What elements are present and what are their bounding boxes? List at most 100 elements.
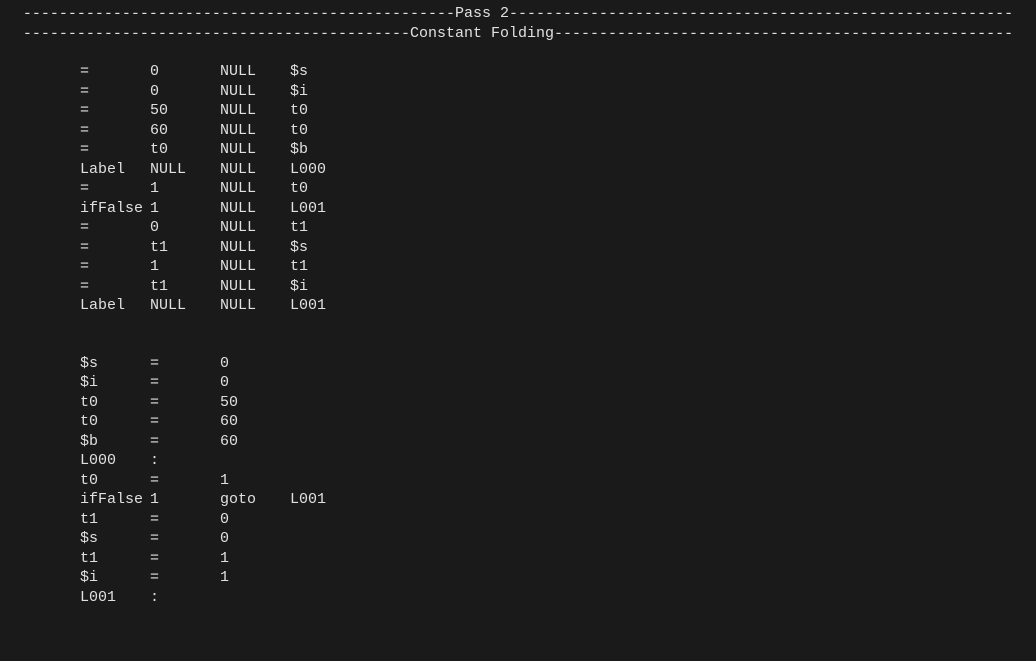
table-row: L001: [80, 588, 1028, 608]
cell-c3: 60 [220, 432, 290, 452]
cell-c3: 1 [220, 549, 290, 569]
cell-c2: 1 [150, 179, 220, 199]
cell-c1: $i [80, 568, 150, 588]
table-row: t1=0 [80, 510, 1028, 530]
cell-c4: t1 [290, 257, 360, 277]
cell-c3: 50 [220, 393, 290, 413]
cell-c2: = [150, 549, 220, 569]
cell-c3: NULL [220, 238, 290, 258]
cell-c1: t1 [80, 549, 150, 569]
cell-c2: 50 [150, 101, 220, 121]
cell-c3: NULL [220, 277, 290, 297]
cell-c3: 1 [220, 471, 290, 491]
cell-c2: = [150, 412, 220, 432]
cell-c1: $s [80, 529, 150, 549]
cell-c4: $s [290, 62, 360, 82]
cell-c3: 1 [220, 568, 290, 588]
cell-c3: NULL [220, 257, 290, 277]
cell-c2: 1 [150, 199, 220, 219]
cell-c3: NULL [220, 82, 290, 102]
cell-c3: 0 [220, 510, 290, 530]
table-row: LabelNULLNULLL001 [80, 296, 1028, 316]
dash-right: ----------------------------------------… [554, 26, 1013, 43]
cell-c1: = [80, 277, 150, 297]
intermediate-code-table: =0NULL$s=0NULL$i=50NULLt0=60NULLt0=t0NUL… [8, 62, 1028, 316]
table-row: =50NULLt0 [80, 101, 1028, 121]
cell-c1: = [80, 121, 150, 141]
cell-c1: = [80, 238, 150, 258]
cell-c2: = [150, 432, 220, 452]
cell-c1: = [80, 140, 150, 160]
table-row: t0=1 [80, 471, 1028, 491]
table-row: ifFalse1NULLL001 [80, 199, 1028, 219]
cell-c1: Label [80, 296, 150, 316]
table-row: =1NULLt1 [80, 257, 1028, 277]
cell-c2: 1 [150, 490, 220, 510]
cell-c3: NULL [220, 140, 290, 160]
cell-c2: NULL [150, 160, 220, 180]
table-row: t0=60 [80, 412, 1028, 432]
table-row: =0NULL$i [80, 82, 1028, 102]
cell-c3: NULL [220, 121, 290, 141]
cell-c2: = [150, 529, 220, 549]
cell-c3: 0 [220, 529, 290, 549]
cell-c2: t1 [150, 238, 220, 258]
cell-c3: 60 [220, 412, 290, 432]
cell-c3: NULL [220, 218, 290, 238]
cell-c2: 0 [150, 218, 220, 238]
header-constant-folding: ----------------------------------------… [8, 24, 1028, 44]
transformed-code-table: $s=0$i=0t0=50t0=60$b=60L000:t0=1ifFalse1… [8, 354, 1028, 608]
cell-c1: t1 [80, 510, 150, 530]
table-row: $s=0 [80, 529, 1028, 549]
cell-c1: t0 [80, 471, 150, 491]
cell-c1: = [80, 218, 150, 238]
cell-c1: L000 [80, 451, 150, 471]
cell-c2: t0 [150, 140, 220, 160]
dash-right: ----------------------------------------… [509, 6, 1013, 23]
table-row: L000: [80, 451, 1028, 471]
cell-c4: $b [290, 140, 360, 160]
cell-c4: t0 [290, 101, 360, 121]
cell-c1: t0 [80, 393, 150, 413]
cell-c1: Label [80, 160, 150, 180]
cell-c4: $i [290, 82, 360, 102]
cell-c2: = [150, 354, 220, 374]
cell-c2: = [150, 373, 220, 393]
table-row: t0=50 [80, 393, 1028, 413]
table-row: $i=0 [80, 373, 1028, 393]
cell-c1: t0 [80, 412, 150, 432]
cell-c4: L001 [290, 296, 360, 316]
table-row: =t1NULL$s [80, 238, 1028, 258]
table-row: =t1NULL$i [80, 277, 1028, 297]
table-row: t1=1 [80, 549, 1028, 569]
cell-c2: t1 [150, 277, 220, 297]
cell-c2: = [150, 510, 220, 530]
cell-c2: = [150, 471, 220, 491]
table-row: =0NULLt1 [80, 218, 1028, 238]
cell-c1: $s [80, 354, 150, 374]
table-row: =1NULLt0 [80, 179, 1028, 199]
cell-c3: NULL [220, 160, 290, 180]
cell-c2: 1 [150, 257, 220, 277]
table-row: =t0NULL$b [80, 140, 1028, 160]
cell-c4: L001 [290, 490, 360, 510]
table-row: =0NULL$s [80, 62, 1028, 82]
cell-c3: NULL [220, 62, 290, 82]
cell-c2: : [150, 588, 220, 608]
cell-c2: : [150, 451, 220, 471]
table-row: =60NULLt0 [80, 121, 1028, 141]
cell-c1: = [80, 257, 150, 277]
cell-c1: L001 [80, 588, 150, 608]
cell-c1: = [80, 62, 150, 82]
table-row: $i=1 [80, 568, 1028, 588]
cell-c4: $s [290, 238, 360, 258]
cell-c2: = [150, 568, 220, 588]
cell-c4: L000 [290, 160, 360, 180]
table-row: ifFalse1gotoL001 [80, 490, 1028, 510]
cell-c2: 60 [150, 121, 220, 141]
table-row: $b=60 [80, 432, 1028, 452]
cell-c4: t0 [290, 121, 360, 141]
cell-c2: = [150, 393, 220, 413]
cell-c2: 0 [150, 62, 220, 82]
header-pass: ----------------------------------------… [8, 4, 1028, 24]
